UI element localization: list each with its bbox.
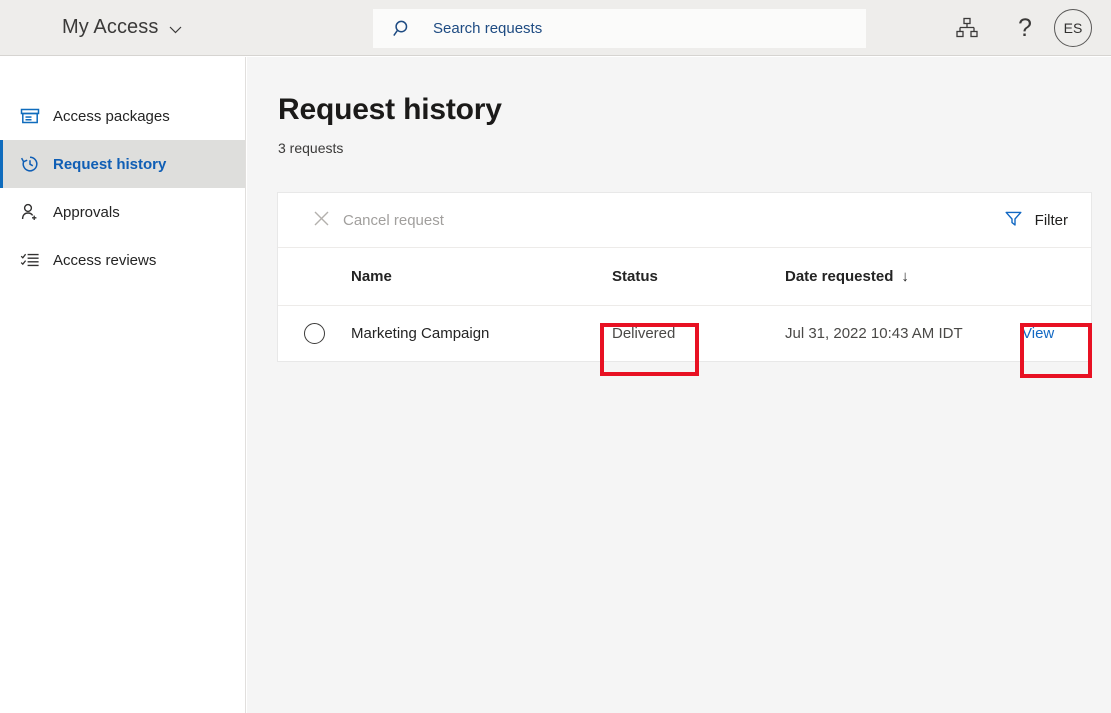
avatar-initials: ES (1064, 20, 1083, 36)
cell-date-requested: Jul 31, 2022 10:43 AM IDT (785, 325, 1022, 342)
app-header: My Access Search requests ? (0, 0, 1111, 56)
row-select-cell (278, 323, 351, 344)
header-actions: ? ES (938, 0, 1111, 56)
sidebar-item-approvals[interactable]: Approvals (0, 188, 245, 236)
command-bar: Cancel request Filter (278, 193, 1091, 248)
close-x-icon (312, 209, 331, 232)
search-input[interactable]: Search requests (373, 9, 866, 48)
sidebar-item-access-packages[interactable]: Access packages (0, 92, 245, 140)
filter-button[interactable]: Filter (1004, 209, 1068, 232)
column-header-date-requested[interactable]: Date requested ↓ (785, 268, 1022, 285)
cell-action: View (1022, 325, 1092, 343)
column-header-name[interactable]: Name (351, 268, 612, 285)
cell-status: Delivered (612, 325, 785, 342)
column-header-label: Status (612, 268, 658, 285)
org-hierarchy-icon[interactable] (938, 0, 996, 56)
table-header-row: Name Status Date requested ↓ (278, 248, 1091, 306)
requests-card: Cancel request Filter Name Status Date r… (277, 192, 1092, 362)
column-header-status[interactable]: Status (612, 268, 785, 285)
column-header-label: Name (351, 268, 392, 285)
view-link[interactable]: View (1022, 325, 1054, 342)
sidebar-item-label: Request history (53, 156, 166, 173)
help-icon[interactable]: ? (996, 0, 1054, 56)
sidebar-item-label: Approvals (53, 204, 120, 221)
history-clock-icon (20, 154, 40, 174)
page-title: Request history (278, 93, 1111, 127)
brand-title: My Access (62, 16, 158, 39)
main-content: Request history 3 requests Cancel reques… (247, 57, 1111, 713)
row-select-radio[interactable] (304, 323, 325, 344)
chevron-down-icon (168, 22, 183, 37)
avatar[interactable]: ES (1054, 9, 1092, 47)
search-icon (393, 19, 413, 39)
request-count: 3 requests (278, 140, 1111, 156)
filter-label: Filter (1035, 212, 1068, 229)
sidebar-item-request-history[interactable]: Request history (0, 140, 245, 188)
help-glyph: ? (1018, 16, 1032, 41)
cell-name: Marketing Campaign (351, 325, 612, 342)
table-row[interactable]: Marketing Campaign Delivered Jul 31, 202… (278, 306, 1091, 361)
column-header-label: Date requested (785, 268, 893, 285)
sort-descending-icon: ↓ (901, 268, 909, 285)
sidebar: Access packages Request history Appr (0, 57, 246, 713)
package-box-icon (20, 106, 40, 126)
sidebar-nav: Access packages Request history Appr (0, 92, 245, 284)
funnel-filter-icon (1004, 209, 1023, 232)
search-placeholder: Search requests (433, 20, 542, 37)
sidebar-item-label: Access reviews (53, 252, 156, 269)
checklist-icon (20, 250, 40, 270)
cancel-request-label: Cancel request (343, 212, 444, 229)
sidebar-item-access-reviews[interactable]: Access reviews (0, 236, 245, 284)
person-add-icon (20, 202, 40, 222)
sidebar-item-label: Access packages (53, 108, 170, 125)
brand-menu[interactable]: My Access (62, 16, 183, 39)
cancel-request-button[interactable]: Cancel request (312, 209, 444, 232)
